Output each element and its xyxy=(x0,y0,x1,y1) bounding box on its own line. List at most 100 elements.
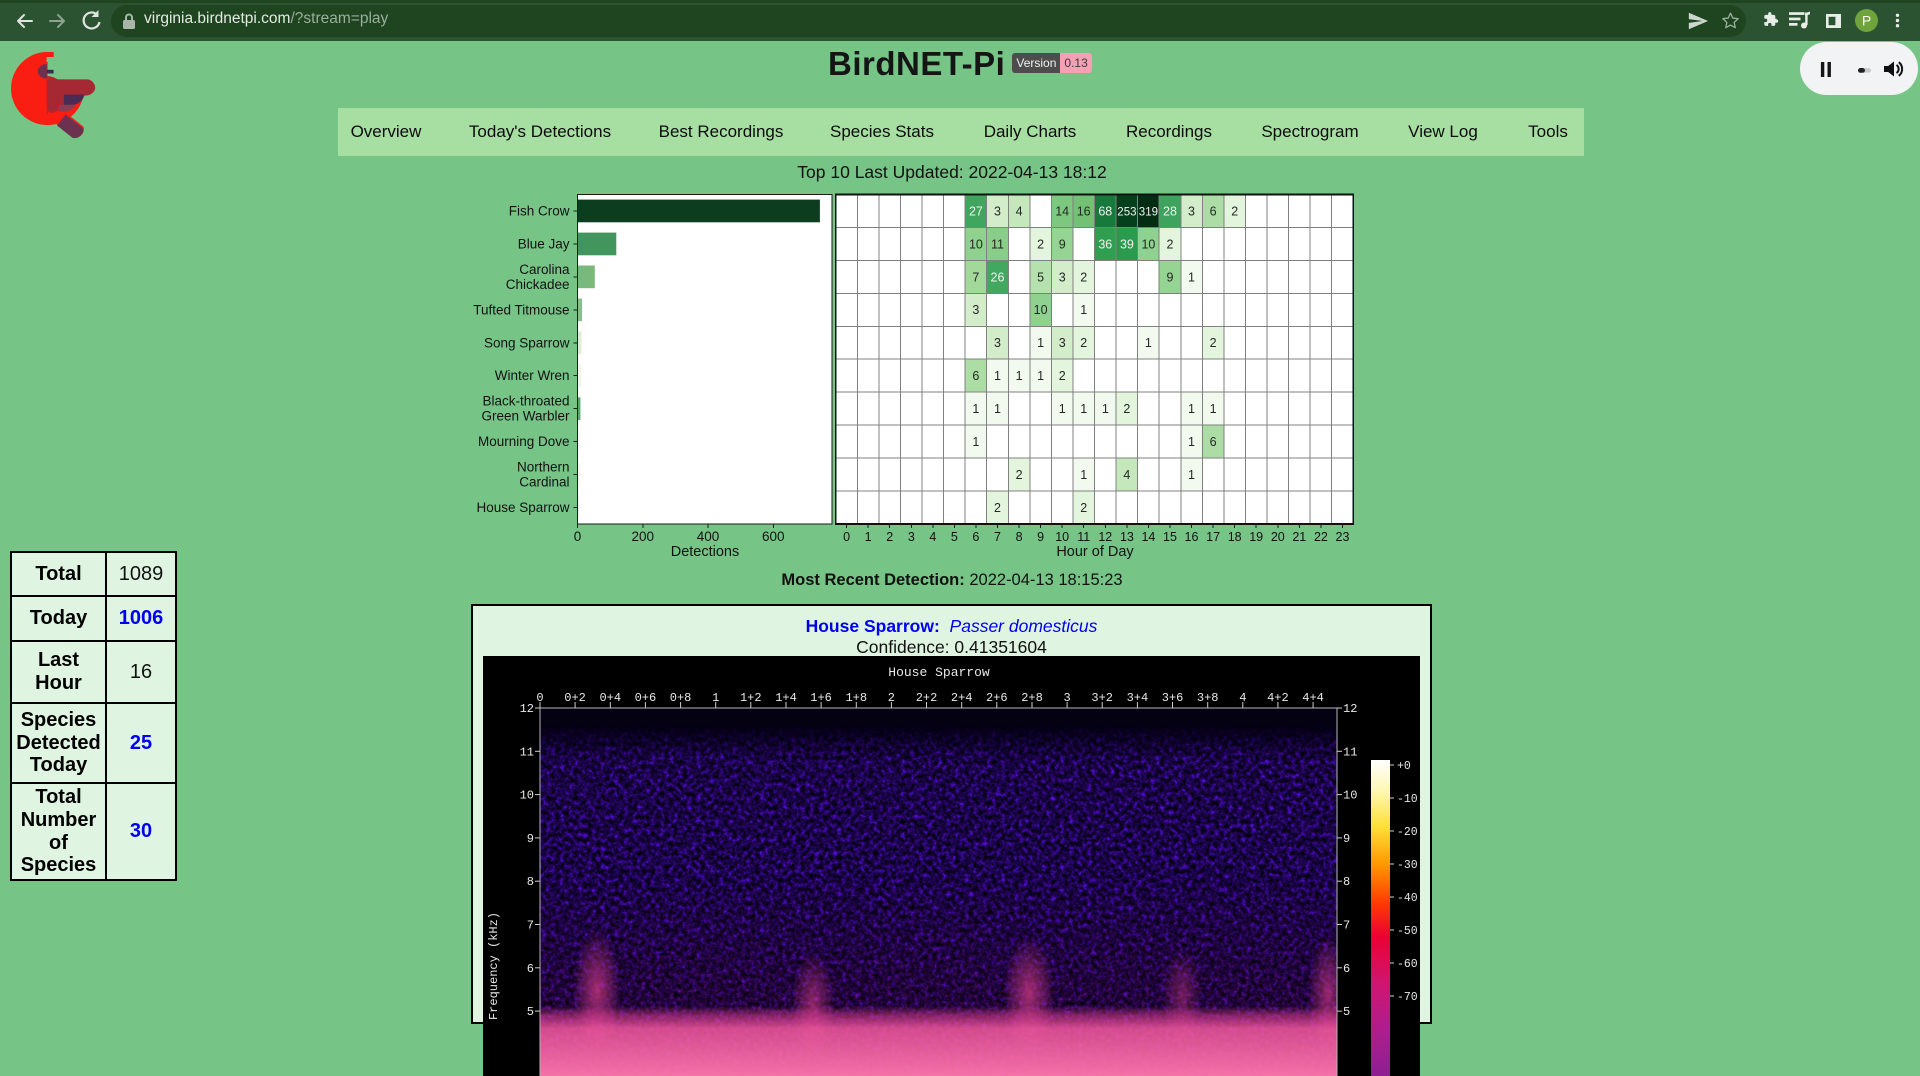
svg-text:2: 2 xyxy=(1037,237,1044,251)
svg-text:-50: -50 xyxy=(1397,925,1418,938)
svg-text:27: 27 xyxy=(969,204,983,218)
svg-text:6: 6 xyxy=(972,369,979,383)
svg-text:1: 1 xyxy=(972,402,979,416)
svg-text:1: 1 xyxy=(1188,270,1195,284)
svg-text:1: 1 xyxy=(1080,468,1087,482)
svg-text:1: 1 xyxy=(994,369,1001,383)
svg-text:Northern: Northern xyxy=(517,460,570,475)
svg-text:6: 6 xyxy=(1210,204,1217,218)
svg-text:6: 6 xyxy=(1343,962,1350,976)
svg-text:-60: -60 xyxy=(1397,958,1418,971)
svg-text:36: 36 xyxy=(1098,237,1112,251)
svg-text:9: 9 xyxy=(1059,237,1066,251)
svg-text:1: 1 xyxy=(1102,402,1109,416)
svg-text:2: 2 xyxy=(1123,402,1130,416)
svg-text:13: 13 xyxy=(1120,530,1134,544)
svg-text:8: 8 xyxy=(527,875,534,889)
svg-text:Green Warbler: Green Warbler xyxy=(481,409,570,424)
svg-text:1: 1 xyxy=(1188,468,1195,482)
svg-text:1: 1 xyxy=(994,402,1001,416)
svg-text:11: 11 xyxy=(991,237,1004,251)
svg-text:1: 1 xyxy=(1059,402,1066,416)
svg-text:-20: -20 xyxy=(1397,826,1418,839)
svg-text:House Sparrow: House Sparrow xyxy=(476,500,569,515)
svg-text:28: 28 xyxy=(1163,204,1177,218)
svg-text:Detections: Detections xyxy=(671,544,740,560)
svg-text:-40: -40 xyxy=(1397,892,1418,905)
svg-text:1: 1 xyxy=(1188,435,1195,449)
svg-text:9: 9 xyxy=(1167,270,1174,284)
svg-text:1: 1 xyxy=(972,435,979,449)
svg-text:6: 6 xyxy=(1210,435,1217,449)
svg-text:3: 3 xyxy=(972,303,979,317)
svg-text:3: 3 xyxy=(1188,204,1195,218)
svg-text:3: 3 xyxy=(994,204,1001,218)
svg-text:68: 68 xyxy=(1098,204,1112,218)
svg-text:6: 6 xyxy=(972,530,979,544)
svg-text:1: 1 xyxy=(1080,402,1087,416)
svg-text:4: 4 xyxy=(929,530,936,544)
svg-text:2: 2 xyxy=(1080,501,1087,515)
svg-text:12: 12 xyxy=(520,702,534,716)
svg-text:12: 12 xyxy=(1343,702,1357,716)
svg-text:5: 5 xyxy=(1037,270,1044,284)
svg-text:1: 1 xyxy=(1016,369,1023,383)
svg-text:12: 12 xyxy=(1098,530,1112,544)
svg-text:2: 2 xyxy=(1080,270,1087,284)
svg-text:15: 15 xyxy=(1163,530,1177,544)
svg-text:14: 14 xyxy=(1141,530,1155,544)
svg-text:Black-throated: Black-throated xyxy=(482,394,569,409)
svg-text:Winter Wren: Winter Wren xyxy=(495,368,570,383)
svg-text:10: 10 xyxy=(969,237,983,251)
svg-text:10: 10 xyxy=(1343,789,1357,803)
svg-text:3: 3 xyxy=(1059,336,1066,350)
svg-text:Chickadee: Chickadee xyxy=(506,277,570,292)
svg-text:8: 8 xyxy=(1016,530,1023,544)
svg-text:2: 2 xyxy=(1059,369,1066,383)
svg-text:1: 1 xyxy=(1037,336,1044,350)
svg-text:3: 3 xyxy=(994,336,1001,350)
svg-text:3: 3 xyxy=(908,530,915,544)
svg-text:Blue Jay: Blue Jay xyxy=(518,236,570,251)
svg-text:8: 8 xyxy=(1343,875,1350,889)
svg-text:5: 5 xyxy=(951,530,958,544)
svg-text:-10: -10 xyxy=(1397,793,1418,806)
svg-text:19: 19 xyxy=(1249,530,1263,544)
svg-text:2: 2 xyxy=(1231,204,1238,218)
svg-text:2: 2 xyxy=(1080,336,1087,350)
svg-text:11: 11 xyxy=(1343,745,1357,759)
svg-text:Tufted Titmouse: Tufted Titmouse xyxy=(473,302,569,317)
svg-text:9: 9 xyxy=(1343,832,1350,846)
svg-text:1: 1 xyxy=(1145,336,1152,350)
svg-text:Fish Crow: Fish Crow xyxy=(509,204,570,219)
svg-text:23: 23 xyxy=(1336,530,1350,544)
svg-text:House Sparrow: House Sparrow xyxy=(888,665,990,680)
svg-text:1: 1 xyxy=(1080,303,1087,317)
svg-text:-70: -70 xyxy=(1397,991,1418,1004)
svg-text:319: 319 xyxy=(1139,206,1158,218)
svg-text:7: 7 xyxy=(972,270,979,284)
svg-text:21: 21 xyxy=(1292,530,1306,544)
svg-text:253: 253 xyxy=(1117,206,1136,218)
svg-text:4: 4 xyxy=(1123,468,1130,482)
svg-text:9: 9 xyxy=(527,832,534,846)
svg-text:10: 10 xyxy=(1141,237,1155,251)
svg-text:2: 2 xyxy=(886,530,893,544)
svg-text:0: 0 xyxy=(574,529,582,544)
svg-text:2: 2 xyxy=(994,501,1001,515)
svg-text:Carolina: Carolina xyxy=(519,262,570,277)
svg-text:10: 10 xyxy=(520,789,534,803)
svg-text:22: 22 xyxy=(1314,530,1328,544)
svg-text:2: 2 xyxy=(1210,336,1217,350)
svg-text:9: 9 xyxy=(1037,530,1044,544)
svg-text:7: 7 xyxy=(994,530,1001,544)
svg-text:200: 200 xyxy=(632,529,655,544)
svg-text:1: 1 xyxy=(1210,402,1217,416)
svg-text:26: 26 xyxy=(991,270,1005,284)
svg-text:7: 7 xyxy=(1343,919,1350,933)
svg-text:2: 2 xyxy=(1167,237,1174,251)
svg-text:1: 1 xyxy=(865,530,872,544)
svg-text:10: 10 xyxy=(1034,303,1048,317)
svg-text:3: 3 xyxy=(1059,270,1066,284)
svg-text:Hour of Day: Hour of Day xyxy=(1056,544,1134,560)
